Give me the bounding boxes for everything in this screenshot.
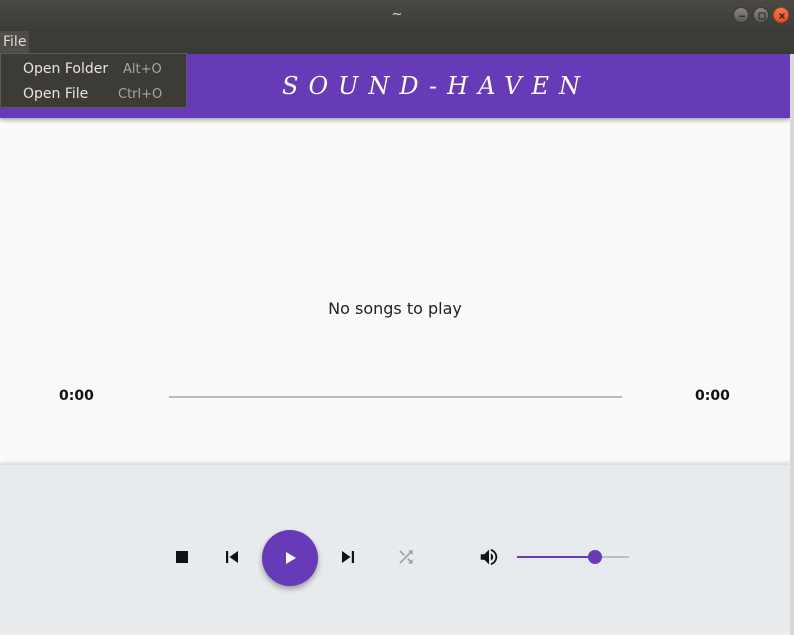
stop-icon <box>176 551 188 563</box>
maximize-button[interactable] <box>753 7 769 23</box>
play-icon <box>286 552 296 564</box>
shuffle-button[interactable] <box>396 547 416 567</box>
playback-controls <box>0 465 790 632</box>
volume-thumb[interactable] <box>588 550 603 564</box>
empty-playlist-message: No songs to play <box>328 299 462 318</box>
menubar: File <box>0 30 794 54</box>
skip-previous-icon <box>226 551 238 563</box>
seek-bar[interactable] <box>169 396 622 398</box>
close-icon <box>778 12 786 20</box>
volume-icon <box>480 548 498 566</box>
menu-item-shortcut: Ctrl+O <box>118 87 163 102</box>
window-edge <box>790 54 794 635</box>
menu-item-shortcut: Alt+O <box>123 62 162 77</box>
app-main: SOUND-HAVEN No songs to play 0:00 0:00 <box>0 54 790 632</box>
volume-fill <box>517 556 596 558</box>
close-button[interactable] <box>773 7 789 23</box>
next-button[interactable] <box>338 547 358 567</box>
time-elapsed: 0:00 <box>59 388 94 404</box>
app-logo: SOUND-HAVEN <box>282 72 591 100</box>
stop-button[interactable] <box>172 547 192 567</box>
volume-button[interactable] <box>478 546 500 568</box>
volume-slider[interactable] <box>517 547 629 567</box>
maximize-icon <box>758 12 766 20</box>
window-titlebar: ~ <box>0 0 794 30</box>
minimize-button[interactable] <box>733 7 749 23</box>
skip-next-icon <box>342 551 354 563</box>
previous-button[interactable] <box>222 547 242 567</box>
window-title: ~ <box>391 7 403 22</box>
shuffle-icon <box>399 550 413 564</box>
menu-item-open-file[interactable]: Open File Ctrl+O <box>23 86 162 102</box>
time-total: 0:00 <box>695 388 730 404</box>
minimize-icon <box>739 15 745 17</box>
menu-item-open-folder[interactable]: Open Folder Alt+O <box>23 61 162 77</box>
menu-file[interactable]: File <box>0 31 30 53</box>
file-dropdown-menu: Open Folder Alt+O Open File Ctrl+O <box>0 53 187 108</box>
play-button[interactable] <box>262 530 318 586</box>
menu-item-label: Open Folder <box>23 61 109 77</box>
menu-item-label: Open File <box>23 86 89 102</box>
